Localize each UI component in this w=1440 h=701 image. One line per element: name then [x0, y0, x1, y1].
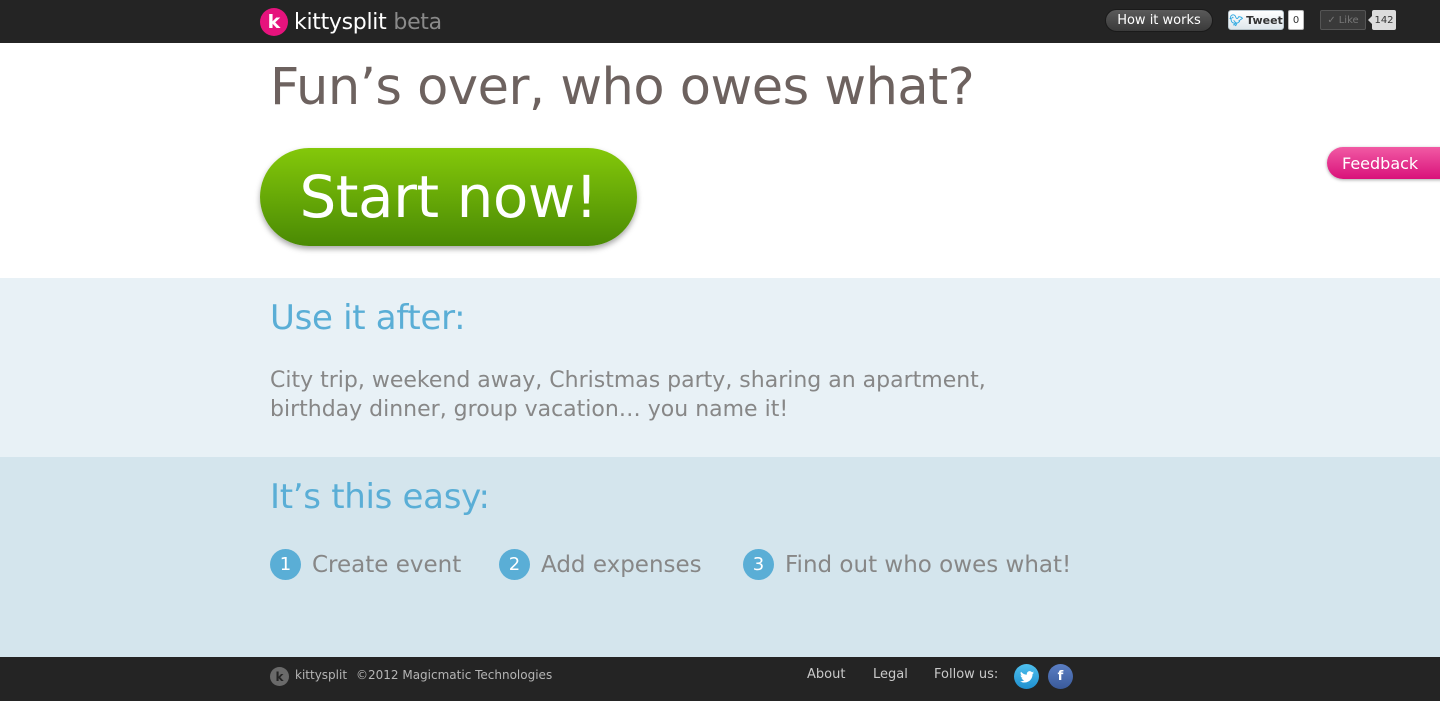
footer-follow-label: Follow us: — [934, 667, 999, 682]
step-number-badge: 2 — [499, 549, 530, 580]
step-label: Create event — [312, 551, 462, 578]
step-item: 2 Add expenses — [499, 549, 702, 580]
step-item: 1 Create event — [270, 549, 461, 580]
step-label: Add expenses — [541, 551, 702, 578]
tweet-button[interactable]: 🐦︎ Tweet — [1228, 10, 1284, 30]
facebook-icon[interactable]: f — [1048, 664, 1073, 689]
twitter-icon[interactable] — [1014, 664, 1039, 689]
step-item: 3 Find out who owes what! — [743, 549, 1071, 580]
page-headline: Fun’s over, who owes what? — [270, 58, 975, 117]
tweet-label: Tweet — [1246, 13, 1283, 27]
step-number-badge: 3 — [743, 549, 774, 580]
use-it-after-title: Use it after: — [270, 298, 466, 338]
logo-k-icon: k — [260, 8, 288, 36]
footer-brand-name: kittysplit — [295, 668, 348, 682]
like-label: Like — [1338, 14, 1359, 26]
footer-copyright: ©2012 Magicmatic Technologies — [356, 668, 553, 682]
easy-steps-section — [0, 457, 1440, 657]
footer-logo-icon: k — [270, 667, 289, 686]
like-button[interactable]: ✓ Like — [1320, 10, 1366, 30]
check-icon: ✓ — [1327, 14, 1336, 26]
step-number-badge: 1 — [270, 549, 301, 580]
feedback-tab[interactable]: Feedback — [1327, 147, 1440, 179]
easy-steps-title: It’s this easy: — [270, 477, 490, 517]
twitter-bird-icon: 🐦︎ — [1229, 13, 1244, 27]
step-label: Find out who owes what! — [785, 551, 1072, 578]
like-count: 142 — [1368, 10, 1396, 30]
tweet-count: 0 — [1288, 10, 1304, 30]
start-now-button[interactable]: Start now! — [260, 148, 637, 246]
brand-beta-tag: beta — [393, 9, 442, 35]
brand-logo[interactable]: k kittysplit beta — [260, 8, 442, 36]
footer-legal-link[interactable]: Legal — [873, 667, 908, 682]
footer-about-link[interactable]: About — [807, 667, 845, 682]
use-it-after-text: City trip, weekend away, Christmas party… — [270, 368, 986, 422]
how-it-works-button[interactable]: How it works — [1105, 9, 1213, 32]
footer — [0, 657, 1440, 701]
top-navbar — [0, 0, 1440, 43]
brand-name: kittysplit — [294, 9, 387, 35]
